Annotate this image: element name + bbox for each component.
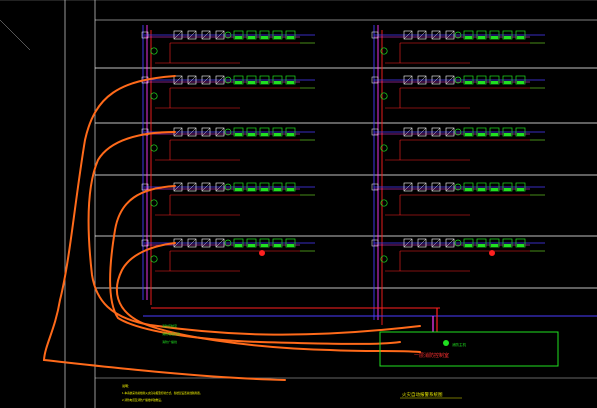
detector-fill	[274, 81, 281, 84]
detector-fill	[517, 133, 524, 136]
markup-cable	[87, 131, 421, 336]
caption-bottom-right: 火灾自动报警系统图	[402, 391, 443, 398]
detector-fill	[287, 244, 294, 247]
detector-fill	[491, 81, 498, 84]
detector-fill	[504, 244, 511, 247]
control-room-box	[379, 331, 559, 367]
detector-fill	[465, 36, 472, 39]
detector-fill	[235, 244, 242, 247]
legend-line-3: 消防广播线	[162, 339, 177, 344]
detector-fill	[491, 36, 498, 39]
detector-fill	[261, 81, 268, 84]
detector-fill	[465, 244, 472, 247]
notes-line-2: 2.消防电话及消防广播线单独敷设。	[122, 398, 163, 402]
detector-fill	[235, 133, 242, 136]
alarm-icon	[489, 250, 495, 256]
device-row	[371, 30, 545, 64]
markup-cable	[109, 185, 401, 345]
detector-fill	[491, 244, 498, 247]
detector-fill	[504, 188, 511, 191]
sounder-icon	[150, 255, 158, 263]
detector-fill	[478, 133, 485, 136]
detector-fill	[235, 81, 242, 84]
detector-fill	[287, 81, 294, 84]
detector-fill	[287, 36, 294, 39]
sounder-icon	[150, 144, 158, 152]
device-row	[371, 127, 545, 161]
device-row	[141, 75, 315, 109]
detector-fill	[274, 188, 281, 191]
detector-fill	[517, 36, 524, 39]
device-row	[371, 182, 545, 216]
detector-fill	[478, 81, 485, 84]
markup-cables	[42, 75, 421, 381]
alarm-icon	[259, 250, 265, 256]
detector-fill	[235, 188, 242, 191]
detector-fill	[478, 244, 485, 247]
device-row	[371, 75, 545, 109]
device-row	[371, 238, 545, 272]
detector-fill	[287, 188, 294, 191]
detector-fill	[465, 188, 472, 191]
detector-fill	[504, 81, 511, 84]
legend-line-1: 消防控制室	[162, 323, 177, 328]
detector-fill	[491, 188, 498, 191]
notes-line-1: 1.本系统采用总线制火灾自动报警控制方式，各楼层设置总线隔离器。	[122, 391, 202, 395]
detector-fill	[504, 36, 511, 39]
detector-fill	[261, 244, 268, 247]
detector-fill	[261, 133, 268, 136]
detector-fill	[517, 188, 524, 191]
detector-fill	[274, 133, 281, 136]
detector-fill	[478, 36, 485, 39]
detector-fill	[274, 244, 281, 247]
annotation-right: 一层消防控制室	[414, 352, 449, 359]
frame-corner-diagonal	[0, 19, 31, 51]
detector-fill	[248, 81, 255, 84]
detector-fill	[261, 188, 268, 191]
device-row	[141, 182, 315, 216]
sounder-icon	[150, 199, 158, 207]
detector-fill	[465, 133, 472, 136]
detector-fill	[248, 133, 255, 136]
device-rows	[141, 30, 545, 272]
detector-fill	[517, 244, 524, 247]
notes: 说明： 1.本系统采用总线制火灾自动报警控制方式，各楼层设置总线隔离器。 2.消…	[122, 383, 202, 402]
detector-fill	[248, 188, 255, 191]
detector-fill	[517, 81, 524, 84]
detector-fill	[491, 133, 498, 136]
legend-line-2: 消防电话总线	[162, 331, 180, 336]
notes-title: 说明：	[122, 383, 131, 388]
sounder-icon	[150, 47, 158, 55]
detector-fill	[465, 81, 472, 84]
fire-alarm-system-diagram: 消防主机 一层消防控制室 火灾自动报警系统图 消防控制室 消防电话总线 消防广播…	[0, 0, 597, 408]
detector-fill	[274, 36, 281, 39]
detector-fill	[235, 36, 242, 39]
detector-fill	[287, 133, 294, 136]
box-label: 消防主机	[452, 342, 466, 347]
detector-fill	[248, 36, 255, 39]
detector-fill	[261, 36, 268, 39]
bus-lines	[142, 25, 597, 332]
detector-fill	[248, 244, 255, 247]
detector-fill	[504, 133, 511, 136]
sounder-icon	[150, 92, 158, 100]
legend: 消防控制室 消防电话总线 消防广播线	[162, 323, 180, 344]
control-room-indicator	[443, 340, 449, 346]
device-row	[141, 30, 315, 64]
detector-fill	[478, 188, 485, 191]
